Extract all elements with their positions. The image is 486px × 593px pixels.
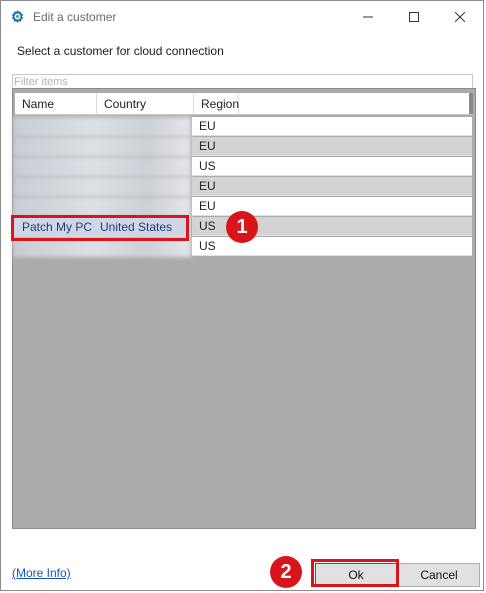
- table-row[interactable]: EU: [13, 177, 475, 197]
- redacted-cells: [13, 137, 191, 157]
- column-header-region[interactable]: Region: [194, 93, 239, 114]
- callout-highlight-step-1: [11, 215, 189, 241]
- maximize-icon: [409, 11, 419, 22]
- edit-customer-dialog: Edit a customer Select a customer for cl…: [0, 0, 484, 591]
- gear-icon: [11, 10, 24, 23]
- step-badge-1: 1: [226, 211, 258, 243]
- maximize-button[interactable]: [391, 1, 437, 32]
- redacted-cells: [13, 177, 191, 197]
- cell-region: EU: [192, 137, 472, 156]
- close-button[interactable]: [437, 1, 483, 32]
- scrollbar[interactable]: [469, 93, 473, 114]
- customer-grid: Name Country Region EU EU US EU EU Patch…: [12, 88, 476, 529]
- close-icon: [455, 11, 465, 22]
- table-row[interactable]: US: [13, 157, 475, 177]
- title-bar: Edit a customer: [1, 1, 483, 32]
- instruction-text: Select a customer for cloud connection: [17, 44, 224, 58]
- redacted-cells: [13, 197, 191, 217]
- column-header-country[interactable]: Country: [97, 93, 194, 114]
- cell-region: EU: [192, 177, 472, 196]
- window-title: Edit a customer: [33, 10, 117, 24]
- cell-region: US: [192, 157, 472, 176]
- step-badge-2: 2: [270, 556, 302, 588]
- redacted-cells: [13, 117, 191, 137]
- redacted-cells: [13, 157, 191, 177]
- minimize-icon: [363, 16, 373, 17]
- table-row[interactable]: EU: [13, 137, 475, 157]
- cancel-button[interactable]: Cancel: [398, 563, 480, 587]
- more-info-link[interactable]: (More Info): [12, 566, 71, 580]
- minimize-button[interactable]: [345, 1, 391, 32]
- table-row[interactable]: EU: [13, 117, 475, 137]
- callout-highlight-step-2: [311, 559, 399, 587]
- grid-header: Name Country Region: [15, 93, 473, 115]
- cell-region: EU: [192, 117, 472, 136]
- column-header-name[interactable]: Name: [15, 93, 97, 114]
- filter-input[interactable]: [12, 74, 473, 88]
